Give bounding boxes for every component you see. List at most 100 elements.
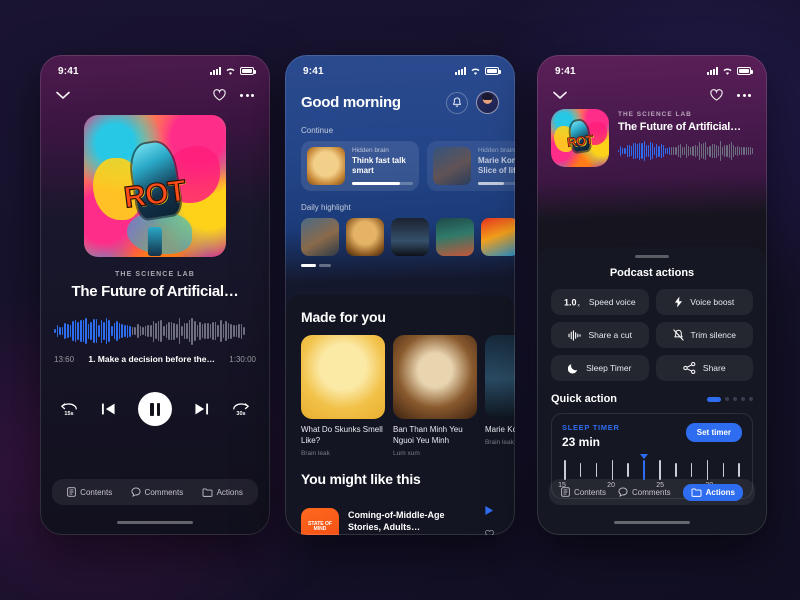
highlight-thumb[interactable] bbox=[481, 218, 515, 256]
previous-track-button[interactable] bbox=[101, 402, 116, 416]
quick-action-header: Quick action bbox=[537, 381, 767, 405]
like-icon[interactable] bbox=[479, 525, 499, 535]
highlight-thumb[interactable] bbox=[391, 218, 429, 256]
item-title: Coming-of-Middle-Age Stories, Adults… bbox=[348, 509, 445, 532]
mini-player[interactable]: ROT THE SCIENCE LAB The Future of Artifi… bbox=[537, 101, 767, 167]
more-options-icon[interactable] bbox=[240, 93, 254, 97]
cellular-icon bbox=[210, 67, 221, 75]
speed-icon: 1.0 x bbox=[564, 297, 581, 307]
action-share[interactable]: Share bbox=[655, 355, 753, 381]
highlight-thumb[interactable] bbox=[436, 218, 474, 256]
ruler-caret bbox=[639, 454, 648, 459]
bottom-tabbar: Contents Comments Actions bbox=[549, 479, 755, 505]
waveform-scrubber[interactable] bbox=[54, 316, 256, 346]
player-topbar bbox=[537, 81, 767, 101]
action-label: Sleep Timer bbox=[586, 363, 632, 373]
episode-artwork bbox=[485, 335, 515, 419]
forward-30-button[interactable]: 30s bbox=[231, 400, 251, 418]
tab-comments[interactable]: Comments bbox=[618, 487, 671, 497]
rewind-15-button[interactable]: 15s bbox=[59, 400, 79, 418]
tab-actions[interactable]: Actions bbox=[682, 483, 743, 501]
avatar[interactable] bbox=[476, 91, 499, 114]
continue-show: Hidden brain bbox=[478, 147, 515, 154]
highlight-thumb[interactable] bbox=[301, 218, 339, 256]
made-subtitle: Brain leak bbox=[485, 438, 514, 446]
album-art[interactable]: ROT bbox=[84, 115, 226, 257]
wifi-icon bbox=[226, 67, 235, 75]
made-card[interactable]: Marie Kondo light, M… Brain leak bbox=[485, 335, 515, 457]
contents-icon bbox=[67, 487, 76, 497]
notifications-button[interactable] bbox=[446, 91, 468, 114]
progress-bar bbox=[478, 182, 515, 185]
highlight-thumb[interactable] bbox=[346, 218, 384, 256]
made-card[interactable]: What Do Skunks Smell Like? Brain leak bbox=[301, 335, 385, 457]
action-sleep-timer[interactable]: Sleep Timer bbox=[551, 355, 649, 381]
section-made-label: Made for you bbox=[301, 309, 386, 325]
current-chapter: 1. Make a decision before the… bbox=[88, 354, 215, 364]
waveform-scrubber[interactable] bbox=[618, 140, 753, 162]
sleep-timer-label: SLEEP TIMER bbox=[562, 423, 620, 432]
album-art-word: ROT bbox=[122, 173, 189, 215]
quick-action-pager[interactable] bbox=[707, 396, 753, 402]
actions-sheet: Podcast actions 1.0 x Speed voice Voice b… bbox=[537, 247, 767, 535]
more-options-icon[interactable] bbox=[737, 93, 751, 97]
art-mic-stand bbox=[147, 227, 163, 256]
continue-card[interactable]: Hidden brain Marie Kondo Slice of life bbox=[427, 141, 515, 191]
artwork-text: STATE OF MIND bbox=[308, 520, 332, 533]
made-card[interactable]: Ban Than Minh Yeu Nguoi Yeu Minh Lum xum bbox=[393, 335, 477, 457]
set-timer-button[interactable]: Set timer bbox=[685, 423, 742, 442]
status-clock: 9:41 bbox=[58, 65, 79, 77]
status-bar: 9:41 bbox=[537, 55, 767, 81]
sheet-grabber[interactable] bbox=[635, 255, 669, 258]
continue-card[interactable]: Hidden brain Think fast talk smart bbox=[301, 141, 419, 191]
episode-thumbnail bbox=[307, 147, 345, 185]
daily-highlight-row[interactable] bbox=[285, 218, 515, 256]
continue-row[interactable]: Hidden brain Think fast talk smart Hidde… bbox=[285, 141, 515, 191]
home-sheet: Made for you What Do Skunks Smell Like? … bbox=[285, 295, 515, 535]
list-item[interactable]: STATE OF MIND Coming-of-Middle-Age Stori… bbox=[285, 497, 515, 535]
action-share-a-cut[interactable]: Share a cut bbox=[551, 322, 649, 348]
section-might-label: You might like this bbox=[301, 470, 421, 487]
phone-now-playing: 9:41 ROT THE SCIENCE LAB The Future of A… bbox=[40, 55, 270, 535]
tab-actions[interactable]: Actions bbox=[202, 488, 243, 497]
heart-icon[interactable] bbox=[213, 89, 226, 101]
tab-label: Actions bbox=[705, 487, 735, 497]
folder-icon bbox=[202, 487, 213, 497]
chevron-down-icon[interactable] bbox=[553, 91, 567, 100]
next-track-button[interactable] bbox=[194, 402, 209, 416]
made-for-you-row[interactable]: What Do Skunks Smell Like? Brain leak Ba… bbox=[285, 335, 515, 457]
share-icon bbox=[683, 362, 696, 374]
rewind-amount-label: 15s bbox=[64, 411, 74, 417]
album-art[interactable]: ROT bbox=[551, 109, 609, 167]
tab-label: Contents bbox=[573, 487, 607, 497]
heart-icon[interactable] bbox=[710, 89, 723, 101]
action-trim-silence[interactable]: Trim silence bbox=[655, 322, 753, 348]
carousel-pager[interactable] bbox=[285, 256, 515, 267]
mockup-canvas: 9:41 ROT THE SCIENCE LAB The Future of A… bbox=[0, 0, 800, 600]
item-actions[interactable]: 342 bbox=[479, 503, 499, 535]
action-speed-voice[interactable]: 1.0 x Speed voice bbox=[551, 289, 649, 315]
episode-artwork bbox=[393, 335, 477, 419]
tab-label: Comments bbox=[631, 487, 671, 497]
show-name: THE SCIENCE LAB bbox=[115, 271, 195, 278]
tab-contents[interactable]: Contents bbox=[561, 487, 606, 497]
continue-title: Marie Kondo Slice of life bbox=[478, 156, 515, 175]
bell-icon bbox=[453, 97, 461, 107]
action-voice-boost[interactable]: Voice boost bbox=[655, 289, 753, 315]
tab-comments[interactable]: Comments bbox=[131, 487, 184, 497]
folder-icon bbox=[691, 487, 702, 497]
battery-icon bbox=[485, 67, 501, 75]
action-label: Share a cut bbox=[588, 330, 632, 340]
sleep-timer-value: 23 min bbox=[562, 435, 601, 449]
tab-contents[interactable]: Contents bbox=[67, 487, 112, 497]
phone-podcast-actions: 9:41 ROT THE SCIENCE LAB The Future of A… bbox=[537, 55, 767, 535]
section-daily-label: Daily highlight bbox=[301, 203, 351, 212]
action-label: Trim silence bbox=[690, 330, 737, 340]
made-title: What Do Skunks Smell Like? bbox=[301, 425, 383, 445]
pause-button[interactable] bbox=[138, 392, 172, 426]
tab-label: Comments bbox=[144, 487, 184, 497]
progress-bar bbox=[352, 182, 413, 185]
comment-icon bbox=[618, 487, 628, 497]
chevron-down-icon[interactable] bbox=[56, 91, 70, 100]
action-label: Share bbox=[702, 363, 726, 373]
